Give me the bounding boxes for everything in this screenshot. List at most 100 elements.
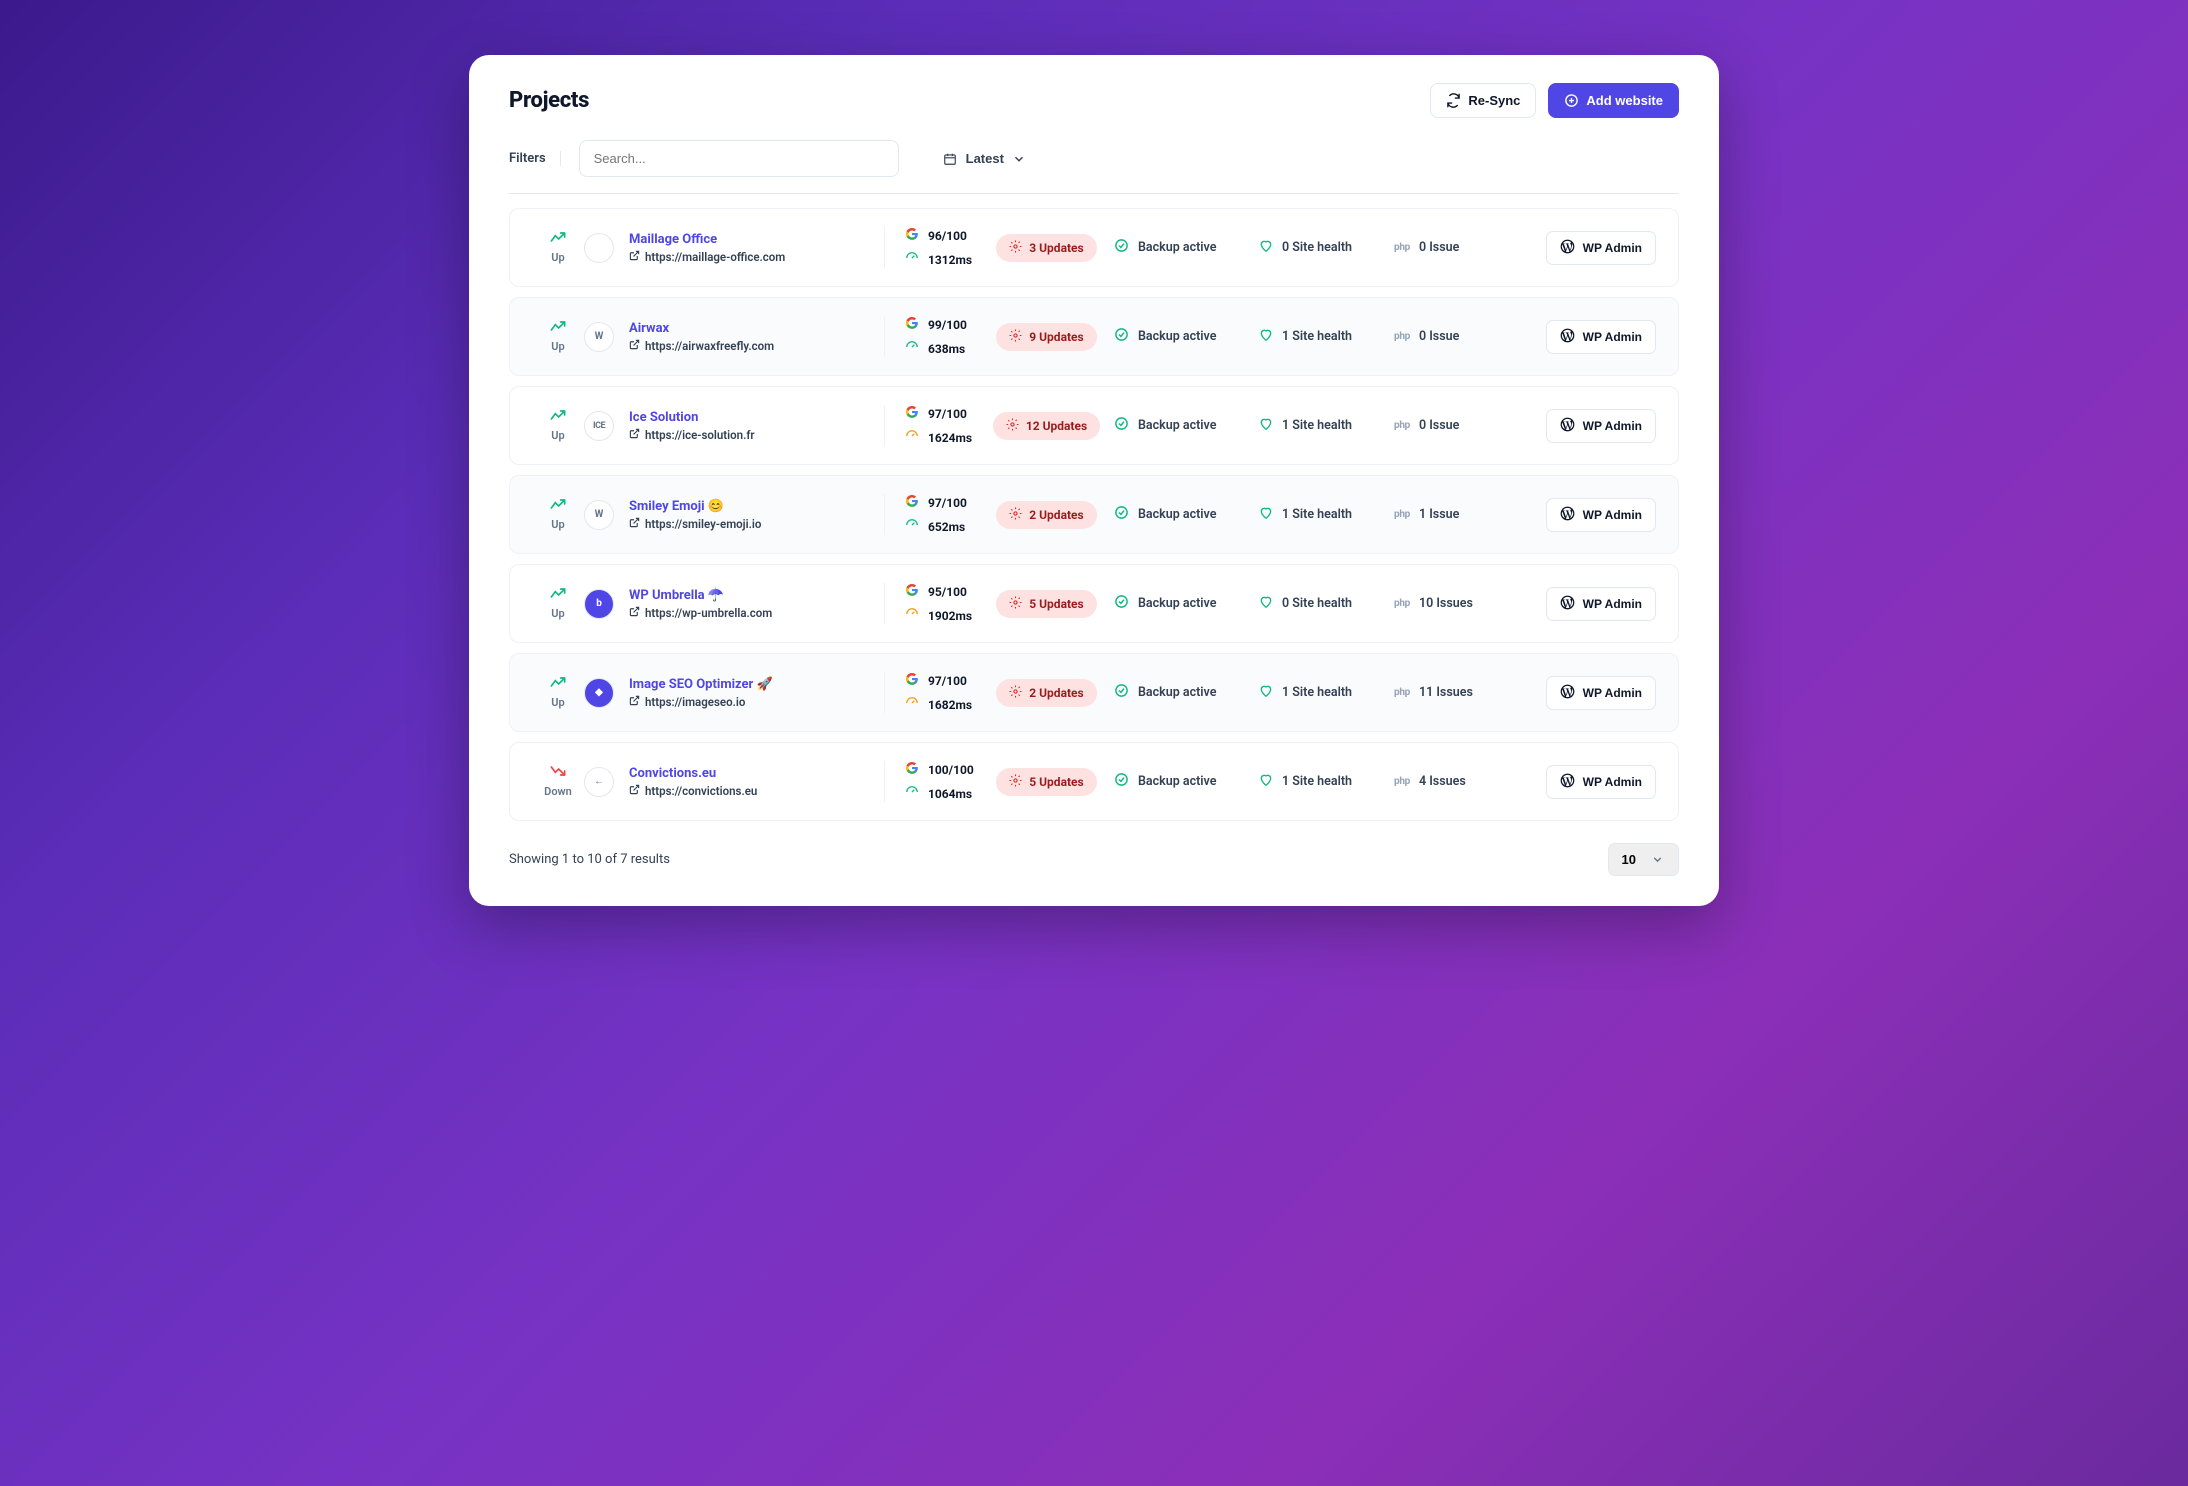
wp-admin-button[interactable]: WP Admin: [1546, 409, 1656, 443]
check-circle-icon: [1114, 327, 1129, 346]
status-indicator: Down: [532, 765, 584, 798]
google-icon: [905, 227, 919, 244]
project-row[interactable]: Up W Airwax https://airwaxfreefly.com 99…: [509, 297, 1679, 376]
updates-pill[interactable]: 2 Updates: [996, 679, 1096, 707]
site-url-link[interactable]: https://imageseo.io: [629, 695, 773, 709]
chevron-down-icon: [1012, 151, 1027, 166]
site-name-link[interactable]: Maillage Office: [629, 232, 785, 247]
wp-admin-label: WP Admin: [1583, 419, 1642, 433]
results-summary: Showing 1 to 10 of 7 results: [509, 852, 670, 867]
search-input[interactable]: [579, 140, 899, 177]
heart-icon: [1259, 417, 1273, 435]
health-cell: 1 Site health: [1259, 506, 1394, 524]
chevron-down-icon: [1650, 852, 1665, 867]
site-url-link[interactable]: https://wp-umbrella.com: [629, 606, 772, 620]
site-avatar: W: [584, 322, 614, 352]
speedometer-icon: [905, 251, 919, 268]
site-url-text: https://airwaxfreefly.com: [645, 339, 774, 353]
gear-icon: [1009, 774, 1022, 790]
trend-up-icon: [550, 320, 566, 336]
project-row[interactable]: Up Maillage Office https://maillage-offi…: [509, 208, 1679, 287]
speedometer-icon: [905, 696, 919, 713]
site-url-text: https://convictions.eu: [645, 784, 757, 798]
wp-admin-label: WP Admin: [1583, 775, 1642, 789]
issues-count: 11 Issues: [1419, 685, 1473, 700]
load-time: 652ms: [928, 520, 965, 534]
site-avatar: ICE: [584, 411, 614, 441]
updates-pill[interactable]: 2 Updates: [996, 501, 1096, 529]
site-name-link[interactable]: WP Umbrella ☂️: [629, 588, 772, 603]
updates-pill[interactable]: 12 Updates: [993, 412, 1100, 440]
load-time: 1682ms: [928, 698, 972, 712]
external-link-icon: [629, 339, 640, 353]
sort-dropdown[interactable]: Latest: [929, 142, 1041, 175]
site-url-link[interactable]: https://convictions.eu: [629, 784, 757, 798]
site-name-link[interactable]: Airwax: [629, 321, 774, 336]
resync-label: Re-Sync: [1468, 93, 1520, 108]
external-link-icon: [629, 250, 640, 264]
site-url-link[interactable]: https://ice-solution.fr: [629, 428, 755, 442]
wordpress-icon: [1560, 417, 1575, 435]
add-website-button[interactable]: Add website: [1548, 83, 1679, 118]
gear-icon: [1006, 418, 1019, 434]
site-info: ← Convictions.eu https://convictions.eu: [584, 766, 884, 798]
wp-admin-label: WP Admin: [1583, 508, 1642, 522]
updates-pill[interactable]: 3 Updates: [996, 234, 1096, 262]
php-icon: php: [1394, 331, 1410, 342]
load-time: 1312ms: [928, 253, 972, 267]
backup-cell: Backup active: [1114, 238, 1259, 257]
updates-pill[interactable]: 5 Updates: [996, 768, 1096, 796]
wp-admin-label: WP Admin: [1583, 330, 1642, 344]
project-row[interactable]: Up W Smiley Emoji 😊 https://smiley-emoji…: [509, 475, 1679, 554]
plus-circle-icon: [1564, 93, 1579, 108]
updates-cell: 5 Updates: [979, 768, 1114, 796]
site-name-link[interactable]: Image SEO Optimizer 🚀: [629, 677, 773, 692]
admin-cell: WP Admin: [1546, 409, 1656, 443]
site-url-link[interactable]: https://smiley-emoji.io: [629, 517, 761, 531]
wp-admin-button[interactable]: WP Admin: [1546, 320, 1656, 354]
filters-label[interactable]: Filters: [509, 151, 561, 166]
project-row[interactable]: Down ← Convictions.eu https://conviction…: [509, 742, 1679, 821]
updates-pill[interactable]: 9 Updates: [996, 323, 1096, 351]
refresh-icon: [1446, 93, 1461, 108]
updates-count: 2 Updates: [1029, 508, 1083, 522]
resync-button[interactable]: Re-Sync: [1430, 83, 1536, 118]
site-health: 1 Site health: [1282, 507, 1352, 522]
pagespeed-metrics: 97/100 1624ms: [884, 405, 979, 446]
wp-admin-button[interactable]: WP Admin: [1546, 765, 1656, 799]
site-avatar: W: [584, 500, 614, 530]
site-url-text: https://smiley-emoji.io: [645, 517, 761, 531]
wp-admin-button[interactable]: WP Admin: [1546, 587, 1656, 621]
wordpress-icon: [1560, 595, 1575, 613]
wp-admin-button[interactable]: WP Admin: [1546, 231, 1656, 265]
issues-cell: php 4 Issues: [1394, 774, 1509, 789]
backup-status: Backup active: [1138, 418, 1216, 433]
pagesize-select[interactable]: 10: [1608, 843, 1679, 876]
project-row[interactable]: Up ICE Ice Solution https://ice-solution…: [509, 386, 1679, 465]
google-icon: [905, 761, 919, 778]
updates-pill[interactable]: 5 Updates: [996, 590, 1096, 618]
issues-cell: php 10 Issues: [1394, 596, 1509, 611]
header-actions: Re-Sync Add website: [1430, 83, 1679, 118]
projects-panel: Projects Re-Sync Add website Filters L: [469, 55, 1719, 906]
project-row[interactable]: Up b WP Umbrella ☂️ https://wp-umbrella.…: [509, 564, 1679, 643]
pagespeed-metrics: 97/100 652ms: [884, 494, 979, 535]
wp-admin-button[interactable]: WP Admin: [1546, 498, 1656, 532]
site-url-link[interactable]: https://maillage-office.com: [629, 250, 785, 264]
pagespeed-metrics: 100/100 1064ms: [884, 761, 979, 802]
issues-cell: php 0 Issue: [1394, 240, 1509, 255]
backup-status: Backup active: [1138, 329, 1216, 344]
site-name-link[interactable]: Ice Solution: [629, 410, 755, 425]
site-name-link[interactable]: Convictions.eu: [629, 766, 757, 781]
site-url-link[interactable]: https://airwaxfreefly.com: [629, 339, 774, 353]
updates-cell: 9 Updates: [979, 323, 1114, 351]
site-name-link[interactable]: Smiley Emoji 😊: [629, 499, 761, 514]
php-icon: php: [1394, 598, 1410, 609]
health-cell: 1 Site health: [1259, 417, 1394, 435]
heart-icon: [1259, 506, 1273, 524]
wp-admin-button[interactable]: WP Admin: [1546, 676, 1656, 710]
issues-cell: php 0 Issue: [1394, 329, 1509, 344]
php-icon: php: [1394, 242, 1410, 253]
wp-admin-label: WP Admin: [1583, 597, 1642, 611]
project-row[interactable]: Up ◆ Image SEO Optimizer 🚀 https://image…: [509, 653, 1679, 732]
